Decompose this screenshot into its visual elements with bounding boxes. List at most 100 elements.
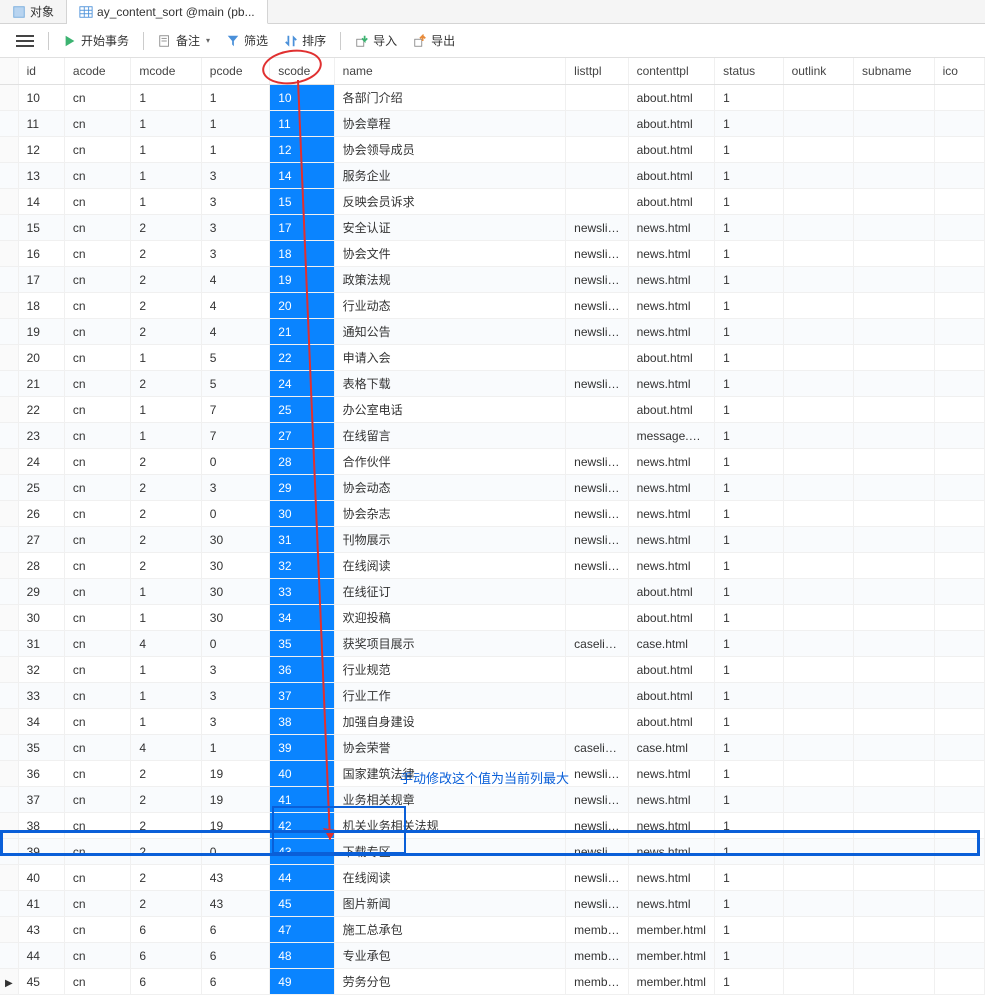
- cell-status[interactable]: 1: [715, 215, 783, 241]
- cell-contenttpl[interactable]: about.html: [628, 189, 715, 215]
- cell-contenttpl[interactable]: about.html: [628, 605, 715, 631]
- cell-scode[interactable]: 21: [270, 319, 334, 345]
- cell-outlink[interactable]: [783, 319, 853, 345]
- cell-contenttpl[interactable]: about.html: [628, 111, 715, 137]
- cell-scode[interactable]: 38: [270, 709, 334, 735]
- cell-scode[interactable]: 18: [270, 241, 334, 267]
- cell-listtpl[interactable]: newslist.ht: [566, 501, 628, 527]
- cell-name[interactable]: 在线征订: [334, 579, 566, 605]
- cell-acode[interactable]: cn: [64, 475, 130, 501]
- row-gutter[interactable]: [0, 813, 18, 839]
- cell-acode[interactable]: cn: [64, 163, 130, 189]
- cell-listtpl[interactable]: memberlis: [566, 969, 628, 995]
- cell-acode[interactable]: cn: [64, 865, 130, 891]
- cell-subname[interactable]: [854, 85, 935, 111]
- cell-acode[interactable]: cn: [64, 371, 130, 397]
- cell-acode[interactable]: cn: [64, 345, 130, 371]
- cell-listtpl[interactable]: [566, 683, 628, 709]
- cell-mcode[interactable]: 2: [131, 475, 201, 501]
- cell-ico[interactable]: [934, 189, 984, 215]
- cell-listtpl[interactable]: [566, 605, 628, 631]
- cell-name[interactable]: 申请入会: [334, 345, 566, 371]
- cell-ico[interactable]: [934, 631, 984, 657]
- row-gutter[interactable]: [0, 553, 18, 579]
- table-row[interactable]: 16cn2318协会文件newslist.htnews.html1: [0, 241, 985, 267]
- row-gutter[interactable]: [0, 787, 18, 813]
- cell-name[interactable]: 行业动态: [334, 293, 566, 319]
- row-gutter[interactable]: [0, 735, 18, 761]
- cell-acode[interactable]: cn: [64, 761, 130, 787]
- cell-subname[interactable]: [854, 865, 935, 891]
- cell-name[interactable]: 行业规范: [334, 657, 566, 683]
- table-row[interactable]: 23cn1727在线留言message.html1: [0, 423, 985, 449]
- cell-subname[interactable]: [854, 189, 935, 215]
- cell-status[interactable]: 1: [715, 865, 783, 891]
- col-header-listtpl[interactable]: listtpl: [566, 58, 628, 85]
- cell-pcode[interactable]: 5: [201, 371, 269, 397]
- cell-outlink[interactable]: [783, 839, 853, 865]
- cell-mcode[interactable]: 2: [131, 267, 201, 293]
- cell-name[interactable]: 服务企业: [334, 163, 566, 189]
- cell-acode[interactable]: cn: [64, 631, 130, 657]
- cell-pcode[interactable]: 6: [201, 969, 269, 995]
- cell-id[interactable]: 22: [18, 397, 64, 423]
- cell-subname[interactable]: [854, 553, 935, 579]
- cell-contenttpl[interactable]: news.html: [628, 371, 715, 397]
- row-gutter[interactable]: [0, 605, 18, 631]
- cell-listtpl[interactable]: [566, 163, 628, 189]
- cell-subname[interactable]: [854, 631, 935, 657]
- cell-subname[interactable]: [854, 709, 935, 735]
- row-gutter[interactable]: [0, 137, 18, 163]
- cell-id[interactable]: 28: [18, 553, 64, 579]
- cell-id[interactable]: 38: [18, 813, 64, 839]
- cell-listtpl[interactable]: [566, 111, 628, 137]
- cell-id[interactable]: 13: [18, 163, 64, 189]
- cell-status[interactable]: 1: [715, 631, 783, 657]
- cell-contenttpl[interactable]: news.html: [628, 215, 715, 241]
- cell-acode[interactable]: cn: [64, 215, 130, 241]
- table-row[interactable]: 36cn21940国家建筑法律newslist.htnews.html1: [0, 761, 985, 787]
- cell-scode[interactable]: 33: [270, 579, 334, 605]
- cell-status[interactable]: 1: [715, 111, 783, 137]
- cell-status[interactable]: 1: [715, 891, 783, 917]
- cell-status[interactable]: 1: [715, 527, 783, 553]
- cell-pcode[interactable]: 1: [201, 735, 269, 761]
- cell-ico[interactable]: [934, 215, 984, 241]
- cell-contenttpl[interactable]: message.html: [628, 423, 715, 449]
- cell-name[interactable]: 加强自身建设: [334, 709, 566, 735]
- cell-contenttpl[interactable]: about.html: [628, 683, 715, 709]
- cell-mcode[interactable]: 1: [131, 85, 201, 111]
- cell-outlink[interactable]: [783, 735, 853, 761]
- cell-listtpl[interactable]: memberlis: [566, 917, 628, 943]
- cell-id[interactable]: 10: [18, 85, 64, 111]
- cell-name[interactable]: 协会文件: [334, 241, 566, 267]
- cell-name[interactable]: 劳务分包: [334, 969, 566, 995]
- cell-scode[interactable]: 11: [270, 111, 334, 137]
- cell-status[interactable]: 1: [715, 267, 783, 293]
- cell-acode[interactable]: cn: [64, 85, 130, 111]
- table-row[interactable]: ▶45cn6649劳务分包memberlismember.html1: [0, 969, 985, 995]
- table-row[interactable]: 41cn24345图片新闻newslist.htnews.html1: [0, 891, 985, 917]
- cell-status[interactable]: 1: [715, 605, 783, 631]
- cell-id[interactable]: 45: [18, 969, 64, 995]
- col-header-outlink[interactable]: outlink: [783, 58, 853, 85]
- cell-ico[interactable]: [934, 371, 984, 397]
- cell-acode[interactable]: cn: [64, 891, 130, 917]
- table-row[interactable]: 32cn1336行业规范about.html1: [0, 657, 985, 683]
- row-gutter[interactable]: [0, 683, 18, 709]
- cell-subname[interactable]: [854, 501, 935, 527]
- cell-ico[interactable]: [934, 241, 984, 267]
- cell-acode[interactable]: cn: [64, 137, 130, 163]
- cell-id[interactable]: 20: [18, 345, 64, 371]
- cell-scode[interactable]: 22: [270, 345, 334, 371]
- cell-listtpl[interactable]: newslist.ht: [566, 761, 628, 787]
- cell-outlink[interactable]: [783, 631, 853, 657]
- cell-scode[interactable]: 15: [270, 189, 334, 215]
- cell-subname[interactable]: [854, 735, 935, 761]
- table-row[interactable]: 17cn2419政策法规newslist.htnews.html1: [0, 267, 985, 293]
- cell-mcode[interactable]: 1: [131, 657, 201, 683]
- row-gutter[interactable]: [0, 501, 18, 527]
- cell-outlink[interactable]: [783, 423, 853, 449]
- cell-ico[interactable]: [934, 423, 984, 449]
- cell-ico[interactable]: [934, 553, 984, 579]
